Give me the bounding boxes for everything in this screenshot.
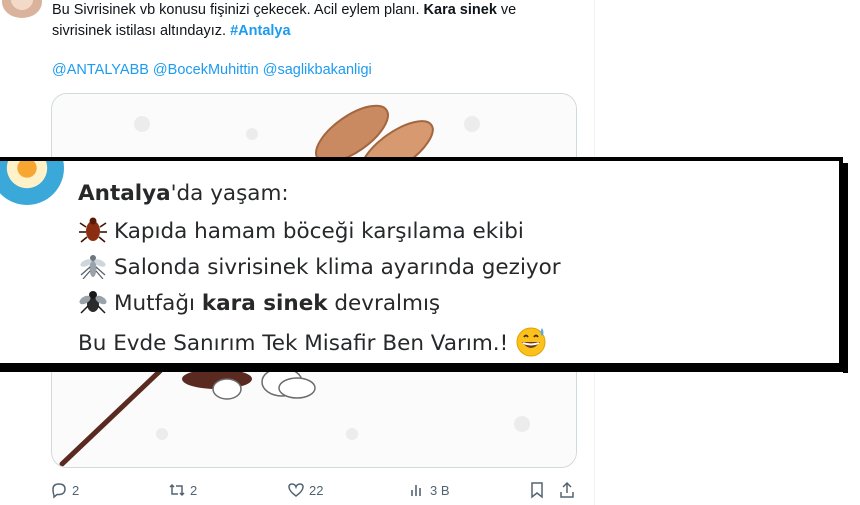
like-count: 22 (309, 482, 324, 498)
cockroach-icon (79, 217, 107, 243)
overlay-line-4-pre: Mutfağı (114, 291, 202, 316)
overlay-line-5-text: Bu Evde Sanırım Tek Misafir Ben Varım.! (78, 331, 509, 356)
tweet-text-line1-tail: ve (496, 2, 517, 18)
hashtag-link[interactable]: #Antalya (230, 23, 290, 39)
mention-list: @ANTALYABB @BocekMuhittin @saglikbakanligi (52, 60, 376, 81)
heart-icon (288, 483, 304, 497)
retweet-button[interactable]: 2 (168, 481, 197, 499)
tweet-text-line1: Bu Sivrisinek vb konusu fişinizi çekecek… (52, 2, 424, 18)
grinning-sweat-emoji (516, 327, 546, 357)
mosquito-icon (80, 255, 106, 279)
retweet-icon (169, 483, 185, 497)
overlay-line-2: Kapıda hamam böceği karşılama ekibi (78, 217, 524, 244)
overlay-line-1: Antalya'da yaşam: (78, 181, 289, 206)
retweet-count: 2 (190, 482, 198, 498)
share-button[interactable] (558, 481, 580, 499)
overlay-line-3-text: Salonda sivrisinek klima ayarında geziyo… (114, 255, 561, 280)
overlay-line-2-text: Kapıda hamam böceği karşılama ekibi (114, 219, 524, 244)
views-button[interactable]: 3 B (408, 481, 450, 499)
fly-icon (79, 291, 107, 314)
overlay-bold-antalya: Antalya (78, 181, 171, 206)
overlay-line-5: Bu Evde Sanırım Tek Misafir Ben Varım.! (78, 324, 548, 358)
tweet-text: Bu Sivrisinek vb konusu fişinizi çekecek… (52, 0, 572, 42)
reply-icon (52, 483, 66, 499)
bookmark-icon (531, 482, 543, 499)
overlay-bold-kara-sinek: kara sinek (201, 291, 328, 316)
reply-count: 2 (72, 482, 80, 498)
mention-link-antalyabb[interactable]: @ANTALYABB (52, 62, 149, 78)
view-count: 3 B (430, 482, 450, 498)
overlay-line-4-post: devralmış (327, 291, 441, 316)
overlay-line-4: Mutfağı kara sinek devralmış (78, 289, 440, 316)
antalya-logo (0, 161, 64, 211)
analytics-icon (411, 485, 421, 496)
caption-overlay: Antalya'da yaşam: Kapıda hamam böceği ka… (0, 157, 848, 373)
share-icon (560, 481, 574, 498)
mention-link-saglikbakanligi[interactable]: @saglikbakanligi (263, 62, 372, 78)
like-button[interactable]: 22 (287, 481, 323, 499)
tweet-text-line2: sivrisinek istilası altındayız. (52, 23, 231, 39)
mention-link-bocekmuhittin[interactable]: @BocekMuhittin (153, 62, 259, 78)
bookmark-button[interactable] (528, 481, 550, 499)
avatar[interactable] (2, 0, 42, 18)
overlay-line-1-rest: 'da yaşam: (170, 181, 289, 206)
overlay-line-3: Salonda sivrisinek klima ayarında geziyo… (78, 253, 561, 280)
tweet-actions: 2 2 22 3 B (0, 481, 600, 501)
tweet-bold-kara-sinek: Kara sinek (423, 2, 497, 18)
reply-button[interactable]: 2 (50, 481, 79, 499)
